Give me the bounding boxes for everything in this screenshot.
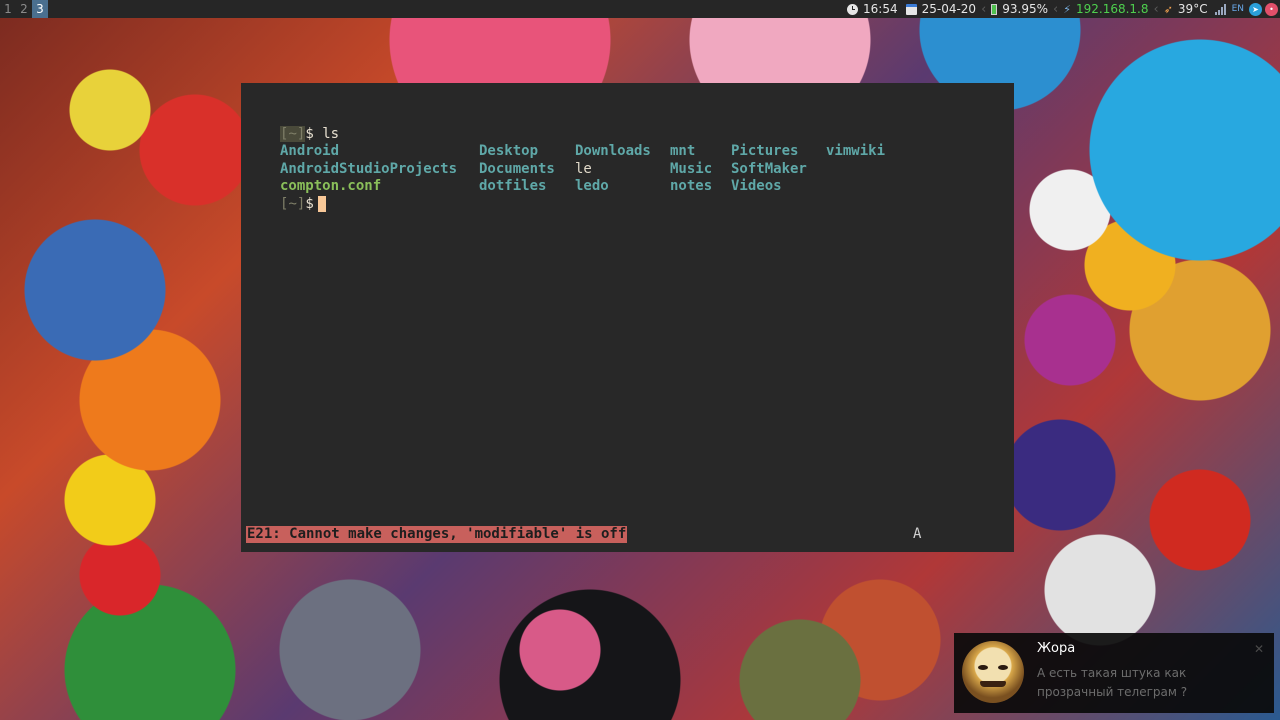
separator-chevron-icon: ‹ bbox=[1053, 1, 1059, 17]
terminal-window[interactable]: [~]$ ls Android Desktop Downloads mnt Pi… bbox=[241, 83, 1014, 552]
typed-command: ls bbox=[322, 126, 340, 142]
command-line: [~]$ ls bbox=[280, 126, 339, 143]
list-item: Pictures bbox=[731, 143, 799, 160]
temperature-widget[interactable]: ➶ 39°C bbox=[1164, 2, 1208, 16]
prompt-dir: ~ bbox=[288, 126, 297, 142]
list-item: Music bbox=[670, 160, 713, 177]
list-item: Android bbox=[280, 143, 340, 160]
cpu-temperature: 39°C bbox=[1177, 2, 1208, 16]
list-item: SoftMaker bbox=[731, 160, 807, 177]
date-text: 25-04-20 bbox=[921, 2, 977, 16]
battery-level: 93.95% bbox=[1002, 2, 1049, 16]
workspace-2[interactable]: 2 bbox=[16, 0, 32, 18]
clock-icon bbox=[847, 3, 858, 15]
rocket-icon: ➶ bbox=[1163, 2, 1173, 16]
telegram-notification[interactable]: Жора А есть такая штука как прозрачный т… bbox=[954, 633, 1274, 713]
clock-time: 16:54 bbox=[863, 2, 898, 16]
workspace-1[interactable]: 1 bbox=[0, 0, 16, 18]
calendar-icon bbox=[905, 3, 917, 15]
prompt-line[interactable]: [~]$ bbox=[280, 195, 339, 213]
list-item: dotfiles bbox=[479, 178, 547, 195]
avatar-eye-icon bbox=[978, 665, 988, 670]
status-bar: 1 2 3 16:54 25-04-20 ‹ 93.95% ‹ ⚡ 192.16… bbox=[0, 0, 1280, 18]
list-item: vimwiki bbox=[826, 143, 886, 160]
list-item: compton.conf bbox=[280, 178, 382, 195]
battery-widget[interactable]: 93.95% bbox=[991, 2, 1048, 16]
list-item: ledo bbox=[575, 178, 609, 195]
battery-icon bbox=[991, 3, 998, 15]
workspace-switcher: 1 2 3 bbox=[0, 0, 48, 18]
date-widget[interactable]: 25-04-20 bbox=[905, 2, 977, 16]
keyboard-layout[interactable]: EN bbox=[1232, 4, 1244, 14]
avatar bbox=[962, 641, 1024, 703]
list-item: Documents bbox=[479, 160, 555, 177]
list-item: Videos bbox=[731, 178, 782, 195]
list-item: Downloads bbox=[575, 143, 651, 160]
telegram-unread-icon[interactable]: • bbox=[1265, 2, 1278, 16]
network-icon: ⚡ bbox=[1063, 2, 1071, 16]
terminal-output: [~]$ ls Android Desktop Downloads mnt Pi… bbox=[280, 126, 885, 213]
notification-message: А есть такая штука как прозрачный телегр… bbox=[1037, 666, 1188, 699]
avatar-eye-icon bbox=[998, 665, 1008, 670]
mode-indicator: A bbox=[913, 526, 922, 542]
prompt-symbol: $ bbox=[305, 126, 314, 142]
list-item: notes bbox=[670, 178, 713, 195]
list-item: le bbox=[575, 160, 592, 177]
prompt-symbol: $ bbox=[305, 195, 314, 212]
text-cursor bbox=[317, 195, 326, 212]
close-icon[interactable]: ✕ bbox=[1254, 642, 1264, 656]
avatar-moustache-icon bbox=[980, 681, 1006, 687]
vim-error-message: E21: Cannot make changes, 'modifiable' i… bbox=[246, 526, 628, 543]
list-item: Desktop bbox=[479, 143, 539, 160]
separator-chevron-icon: ‹ bbox=[1153, 1, 1159, 17]
clock-widget[interactable]: 16:54 bbox=[847, 2, 898, 16]
ip-address: 192.168.1.8 bbox=[1075, 2, 1149, 16]
network-widget[interactable]: ⚡ 192.168.1.8 bbox=[1063, 2, 1148, 16]
status-widgets: 16:54 25-04-20 ‹ 93.95% ‹ ⚡ 192.168.1.8 … bbox=[843, 0, 1280, 18]
listing-row: Android Desktop Downloads mnt Pictures v… bbox=[280, 143, 885, 160]
list-item: AndroidStudioProjects bbox=[280, 160, 458, 177]
workspace-3[interactable]: 3 bbox=[32, 0, 48, 18]
prompt-dir: ~ bbox=[288, 195, 297, 212]
notification-sender: Жора bbox=[1037, 641, 1076, 656]
wifi-signal-icon[interactable] bbox=[1214, 3, 1226, 15]
listing-row: AndroidStudioProjects Documents le Music… bbox=[280, 161, 807, 178]
listing-row: compton.conf dotfiles ledo notes Videos bbox=[280, 178, 782, 195]
separator-chevron-icon: ‹ bbox=[981, 1, 987, 17]
telegram-tray-icon[interactable]: ➤ bbox=[1249, 2, 1262, 16]
list-item: mnt bbox=[670, 143, 696, 160]
